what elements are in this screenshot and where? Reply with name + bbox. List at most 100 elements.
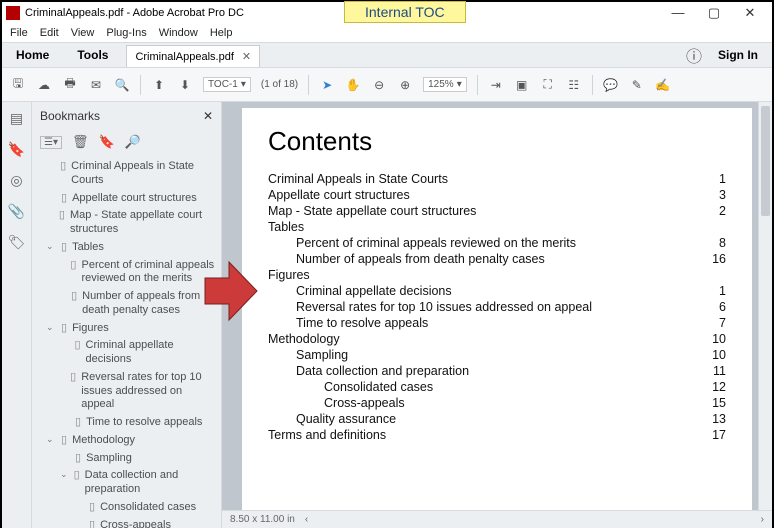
bookmark-item[interactable]: ▯ Time to resolve appeals: [36, 414, 215, 432]
toc-selector[interactable]: TOC-1▾: [203, 77, 251, 92]
toc-row[interactable]: Data collection and preparation11: [268, 363, 726, 379]
toc-row[interactable]: Criminal Appeals in State Courts1: [268, 171, 726, 187]
toc-title: Reversal rates for top 10 issues address…: [268, 300, 698, 314]
bookmark-label: Time to resolve appeals: [86, 416, 202, 430]
sign-icon[interactable]: ✍: [655, 78, 671, 92]
bookmark-item[interactable]: ▯Appellate court structures: [36, 190, 215, 208]
rail-bookmarks-icon[interactable]: 🔖: [8, 141, 25, 158]
mail-icon[interactable]: ✉: [88, 78, 104, 92]
bookmark-ribbon-icon: ▯: [75, 452, 81, 466]
window-title: CriminalAppeals.pdf - Adobe Acrobat Pro …: [25, 7, 244, 19]
bookmark-ribbon-icon: ▯: [61, 322, 67, 336]
zoom-out-icon[interactable]: ⊖: [371, 78, 387, 92]
bookmark-item[interactable]: ▯Reversal rates for top 10 issues addres…: [36, 369, 215, 414]
bookmark-item[interactable]: ▯Criminal Appeals in State Courts: [36, 158, 215, 190]
bookmark-item[interactable]: ▯Consolidated cases: [36, 499, 215, 517]
bookmark-item[interactable]: ▯Percent of criminal appeals reviewed on…: [36, 257, 215, 289]
toc-row[interactable]: Figures: [268, 267, 726, 283]
bookmark-ribbon-icon: ▯: [75, 416, 81, 430]
page-up-icon[interactable]: ⬆: [151, 78, 167, 92]
tab-home[interactable]: Home: [2, 43, 63, 67]
highlight-icon[interactable]: ✎: [629, 78, 645, 92]
toc-row[interactable]: Reversal rates for top 10 issues address…: [268, 299, 726, 315]
toc-row[interactable]: Time to resolve appeals7: [268, 315, 726, 331]
tab-close-icon[interactable]: ✕: [242, 50, 251, 63]
search-icon[interactable]: 🔍: [114, 78, 130, 92]
fullscreen-icon[interactable]: ⛶: [540, 77, 556, 92]
bookmark-item[interactable]: ▯Criminal appellate decisions: [36, 337, 215, 369]
save-icon[interactable]: 🖫: [10, 74, 26, 95]
menu-file[interactable]: File: [10, 27, 28, 39]
status-right-icon[interactable]: ›: [761, 514, 764, 525]
toc-row[interactable]: Methodology10: [268, 331, 726, 347]
toc-row[interactable]: Cross-appeals15: [268, 395, 726, 411]
toc-title: Percent of criminal appeals reviewed on …: [268, 236, 698, 250]
chevron-down-icon[interactable]: ⌄: [46, 434, 56, 445]
rail-attachments-icon[interactable]: 📎: [8, 203, 25, 220]
print-icon[interactable]: 🖶: [62, 74, 78, 95]
status-left-icon[interactable]: ‹: [305, 514, 308, 525]
bookmark-find-icon[interactable]: 🔎: [125, 134, 141, 150]
page-down-icon[interactable]: ⬇: [177, 78, 193, 92]
menu-edit[interactable]: Edit: [40, 27, 59, 39]
hand-tool-icon[interactable]: ✋: [345, 78, 361, 92]
menu-plugins[interactable]: Plug-Ins: [106, 27, 146, 39]
zoom-level[interactable]: 125%▾: [423, 77, 467, 92]
rail-thumbnails-icon[interactable]: ▤: [10, 110, 23, 127]
bookmark-item[interactable]: ⌄▯Figures: [36, 320, 215, 338]
toc-row[interactable]: Terms and definitions17: [268, 427, 726, 443]
close-button[interactable]: ✕: [732, 5, 768, 21]
minimize-button[interactable]: —: [660, 5, 696, 21]
tab-tools[interactable]: Tools: [63, 43, 122, 67]
toc-row[interactable]: Number of appeals from death penalty cas…: [268, 251, 726, 267]
toc-row[interactable]: Consolidated cases12: [268, 379, 726, 395]
bookmarks-close-icon[interactable]: ✕: [203, 109, 213, 123]
toc-row[interactable]: Appellate court structures3: [268, 187, 726, 203]
bookmark-item[interactable]: ▯Number of appeals from death penalty ca…: [36, 288, 215, 320]
menu-help[interactable]: Help: [210, 27, 233, 39]
bookmark-item[interactable]: ▯Map - State appellate court structures: [36, 207, 215, 239]
toc-list: Criminal Appeals in State Courts1Appella…: [268, 171, 726, 443]
cloud-icon[interactable]: ☁: [36, 78, 52, 92]
bookmark-label: Sampling: [86, 452, 132, 466]
tab-document[interactable]: CriminalAppeals.pdf ✕: [126, 45, 260, 67]
sign-in-button[interactable]: Sign In: [704, 43, 772, 67]
bookmark-item[interactable]: ▯Cross-appeals: [36, 517, 215, 528]
bookmark-new-icon[interactable]: 🔖: [99, 134, 115, 150]
bookmark-item[interactable]: ⌄▯Methodology: [36, 432, 215, 450]
menu-view[interactable]: View: [71, 27, 95, 39]
comment-icon[interactable]: 💬: [603, 78, 619, 92]
bookmark-item[interactable]: ⌄▯Tables: [36, 239, 215, 257]
fit-width-icon[interactable]: ⇥: [488, 78, 504, 92]
toc-title: Data collection and preparation: [268, 364, 698, 378]
help-icon[interactable]: ⓘ: [684, 43, 704, 67]
vertical-scrollbar[interactable]: [758, 102, 772, 510]
bookmark-ribbon-icon: ▯: [61, 192, 67, 206]
fit-page-icon[interactable]: ▣: [514, 78, 530, 92]
toc-row[interactable]: Sampling10: [268, 347, 726, 363]
bookmark-options-icon[interactable]: ☰▾: [40, 136, 62, 149]
toc-title: Consolidated cases: [268, 380, 698, 394]
rail-target-icon[interactable]: ◎: [10, 172, 22, 189]
chevron-down-icon[interactable]: ⌄: [46, 241, 56, 252]
chevron-down-icon[interactable]: ⌄: [46, 322, 56, 333]
bookmark-item[interactable]: ▯ Sampling: [36, 450, 215, 468]
reading-icon[interactable]: ☷: [566, 78, 582, 92]
bookmark-item[interactable]: ⌄▯Data collection and preparation: [36, 467, 215, 499]
chevron-down-icon[interactable]: ⌄: [60, 469, 69, 480]
select-tool-icon[interactable]: ➤: [319, 78, 335, 92]
menu-window[interactable]: Window: [159, 27, 198, 39]
scroll-thumb[interactable]: [761, 106, 770, 216]
maximize-button[interactable]: ▢: [696, 5, 732, 21]
bookmark-delete-icon[interactable]: 🗑: [72, 134, 89, 150]
toc-row[interactable]: Percent of criminal appeals reviewed on …: [268, 235, 726, 251]
zoom-in-icon[interactable]: ⊕: [397, 78, 413, 92]
callout-internal-toc: Internal TOC: [344, 1, 466, 23]
toc-row[interactable]: Quality assurance13: [268, 411, 726, 427]
toc-row[interactable]: Map - State appellate court structures2: [268, 203, 726, 219]
rail-tags-icon[interactable]: 🏷: [8, 234, 26, 251]
page-size-label: 8.50 x 11.00 in: [230, 514, 295, 525]
document-viewport[interactable]: Contents Criminal Appeals in State Court…: [222, 102, 772, 510]
toc-row[interactable]: Criminal appellate decisions1: [268, 283, 726, 299]
toc-row[interactable]: Tables: [268, 219, 726, 235]
